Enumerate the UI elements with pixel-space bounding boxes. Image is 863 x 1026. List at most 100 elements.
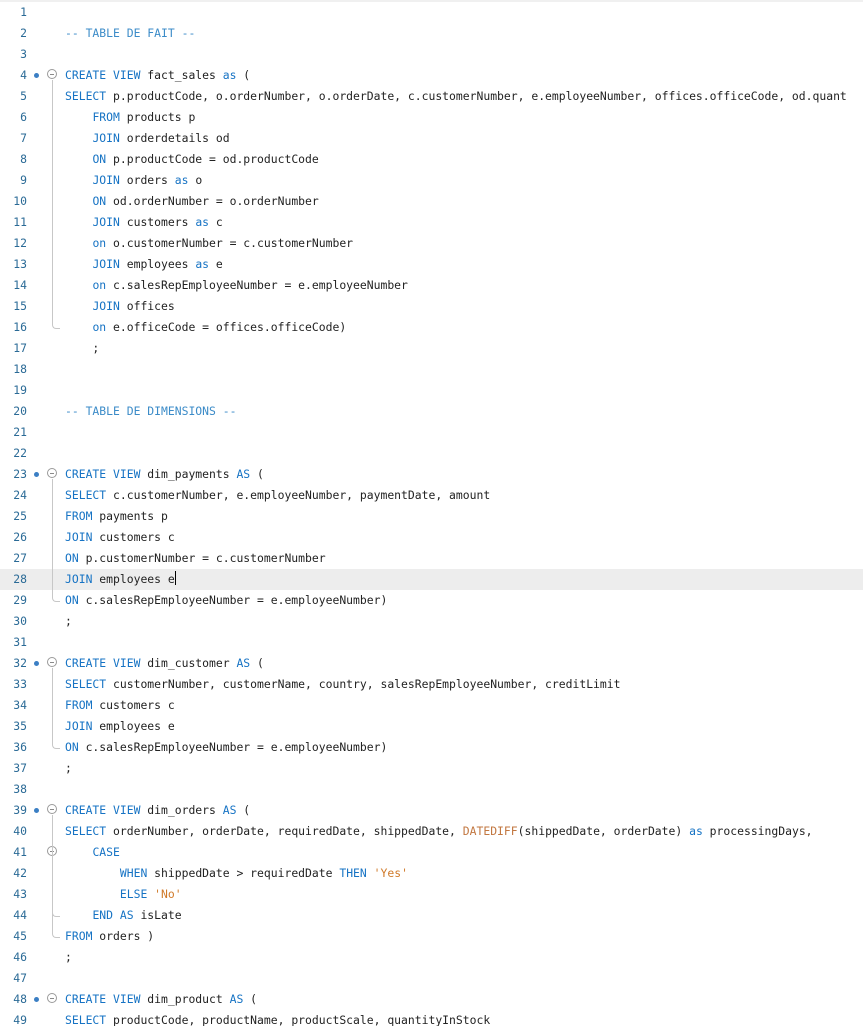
code-line[interactable]: 38 [0, 779, 863, 800]
fold-collapse-icon[interactable] [47, 468, 57, 478]
code-line[interactable]: 17 ; [0, 338, 863, 359]
code-line[interactable]: 36 ON c.salesRepEmployeeNumber = e.employ… [0, 737, 863, 758]
code-line[interactable]: 6 FROM products p [0, 107, 863, 128]
code-text[interactable]: END AS isLate [65, 905, 181, 926]
fold-collapse-icon[interactable] [47, 69, 57, 79]
code-line[interactable]: 15 JOIN offices [0, 296, 863, 317]
code-line[interactable]: 26 JOIN customers c [0, 527, 863, 548]
code-line[interactable]: 22 [0, 443, 863, 464]
code-line[interactable]: 32 CREATE VIEW dim_customer AS ( [0, 653, 863, 674]
code-line[interactable]: 16 on e.officeCode = offices.officeCode) [0, 317, 863, 338]
code-text[interactable]: SELECT c.customerNumber, e.employeeNumbe… [65, 485, 490, 506]
code-line[interactable]: 5 SELECT p.productCode, o.orderNumber, o.… [0, 86, 863, 107]
code-line[interactable]: 10 ON od.orderNumber = o.orderNumber [0, 191, 863, 212]
breakpoint-dot-icon[interactable] [34, 472, 39, 477]
code-line[interactable]: 7 JOIN orderdetails od [0, 128, 863, 149]
code-line[interactable]: 12 on o.customerNumber = c.customerNumbe… [0, 233, 863, 254]
code-line[interactable]: 33 SELECT customerNumber, customerName, c… [0, 674, 863, 695]
code-line[interactable]: 24 SELECT c.customerNumber, e.employeeNum… [0, 485, 863, 506]
code-text[interactable]: JOIN employees e [65, 716, 175, 737]
code-line[interactable]: 8 ON p.productCode = od.productCode [0, 149, 863, 170]
code-line[interactable]: 4 CREATE VIEW fact_sales as ( [0, 65, 863, 86]
breakpoint-dot-icon[interactable] [34, 73, 39, 78]
code-text[interactable]: JOIN employees e [65, 569, 176, 590]
code-line[interactable]: 14 on c.salesRepEmployeeNumber = e.emplo… [0, 275, 863, 296]
code-line[interactable]: 29 ON c.salesRepEmployeeNumber = e.employ… [0, 590, 863, 611]
breakpoint-dot-icon[interactable] [34, 661, 39, 666]
code-text[interactable]: FROM customers c [65, 695, 175, 716]
code-text[interactable]: on c.salesRepEmployeeNumber = e.employee… [65, 275, 407, 296]
code-line[interactable]: 39 CREATE VIEW dim_orders AS ( [0, 800, 863, 821]
code-line[interactable]: 30; [0, 611, 863, 632]
code-text[interactable]: -- TABLE DE DIMENSIONS -- [65, 401, 236, 422]
code-line[interactable]: 25 FROM payments p [0, 506, 863, 527]
code-text[interactable]: CREATE VIEW fact_sales as ( [65, 65, 250, 86]
code-text[interactable]: -- TABLE DE FAIT -- [65, 23, 195, 44]
code-line[interactable]: 9 JOIN orders as o [0, 170, 863, 191]
code-line[interactable]: 21 [0, 422, 863, 443]
code-text[interactable]: JOIN employees as e [65, 254, 222, 275]
code-line[interactable]: 41 CASE [0, 842, 863, 863]
code-text[interactable]: SELECT p.productCode, o.orderNumber, o.o… [65, 86, 847, 107]
code-text[interactable]: on e.officeCode = offices.officeCode) [65, 317, 346, 338]
code-text[interactable]: ; [65, 338, 99, 359]
code-text[interactable]: JOIN orders as o [65, 170, 202, 191]
code-text[interactable]: ; [65, 947, 72, 968]
code-line[interactable]: 48 CREATE VIEW dim_product AS ( [0, 989, 863, 1010]
code-text[interactable]: CREATE VIEW dim_customer AS ( [65, 653, 264, 674]
code-text[interactable]: CASE [65, 842, 119, 863]
code-line[interactable]: 43 ELSE 'No' [0, 884, 863, 905]
code-text[interactable]: ON p.customerNumber = c.customerNumber [65, 548, 326, 569]
code-text[interactable]: FROM products p [65, 107, 195, 128]
code-line[interactable]: 40 SELECT orderNumber, orderDate, require… [0, 821, 863, 842]
breakpoint-dot-icon[interactable] [34, 808, 39, 813]
fold-collapse-icon[interactable] [47, 993, 57, 1003]
code-line[interactable]: 34 FROM customers c [0, 695, 863, 716]
code-line[interactable]: 3 [0, 44, 863, 65]
code-line[interactable]: 35 JOIN employees e [0, 716, 863, 737]
fold-collapse-icon[interactable] [47, 657, 57, 667]
code-line[interactable]: 44 END AS isLate [0, 905, 863, 926]
code-line[interactable]: 23 CREATE VIEW dim_payments AS ( [0, 464, 863, 485]
code-text[interactable]: FROM payments p [65, 506, 168, 527]
code-line[interactable]: 46; [0, 947, 863, 968]
code-text[interactable]: WHEN shippedDate > requiredDate THEN 'Ye… [65, 863, 408, 884]
code-text[interactable]: JOIN customers c [65, 527, 175, 548]
code-text[interactable]: JOIN orderdetails od [65, 128, 229, 149]
code-text[interactable]: JOIN offices [65, 296, 174, 317]
code-line[interactable]: 11 JOIN customers as c [0, 212, 863, 233]
code-editor[interactable]: 1 2 -- TABLE DE FAIT -- 3 4 CREATE VIEW fact_… [0, 0, 863, 1026]
code-line[interactable]: 42 WHEN shippedDate > requiredDate THEN … [0, 863, 863, 884]
code-line[interactable]: 13 JOIN employees as e [0, 254, 863, 275]
code-text[interactable]: CREATE VIEW dim_orders AS ( [65, 800, 250, 821]
breakpoint-dot-icon[interactable] [34, 997, 39, 1002]
code-line[interactable]: 28 JOIN employees e [0, 569, 863, 590]
fold-collapse-icon[interactable] [47, 804, 57, 814]
code-line[interactable]: 31 [0, 632, 863, 653]
code-text[interactable]: SELECT customerNumber, customerName, cou… [65, 674, 621, 695]
code-text[interactable]: ON od.orderNumber = o.orderNumber [65, 191, 318, 212]
code-text[interactable]: ; [65, 758, 72, 779]
code-line[interactable]: 37; [0, 758, 863, 779]
code-text[interactable]: ; [65, 611, 72, 632]
code-line[interactable]: 2 -- TABLE DE FAIT -- [0, 23, 863, 44]
code-text[interactable]: CREATE VIEW dim_product AS ( [65, 989, 257, 1010]
code-line[interactable]: 47 [0, 968, 863, 989]
code-line[interactable]: 49 SELECT productCode, productName, produ… [0, 1010, 863, 1026]
code-line[interactable]: 45 FROM orders ) [0, 926, 863, 947]
code-text[interactable]: SELECT productCode, productName, product… [65, 1010, 490, 1026]
code-line[interactable]: 20 -- TABLE DE DIMENSIONS -- [0, 401, 863, 422]
code-text[interactable]: ON p.productCode = od.productCode [65, 149, 318, 170]
code-line[interactable]: 27 ON p.customerNumber = c.customerNumber [0, 548, 863, 569]
code-text[interactable]: SELECT orderNumber, orderDate, requiredD… [65, 821, 813, 842]
code-text[interactable]: ON c.salesRepEmployeeNumber = e.employee… [65, 737, 387, 758]
code-text[interactable]: JOIN customers as c [65, 212, 222, 233]
code-text[interactable]: FROM orders ) [65, 926, 154, 947]
code-text[interactable]: CREATE VIEW dim_payments AS ( [65, 464, 264, 485]
code-text[interactable]: ELSE 'No' [65, 884, 182, 905]
code-line[interactable]: 19 [0, 380, 863, 401]
code-line[interactable]: 1 [0, 2, 863, 23]
code-text[interactable]: on o.customerNumber = c.customerNumber [65, 233, 353, 254]
code-line[interactable]: 18 [0, 359, 863, 380]
code-text[interactable]: ON c.salesRepEmployeeNumber = e.employee… [65, 590, 387, 611]
